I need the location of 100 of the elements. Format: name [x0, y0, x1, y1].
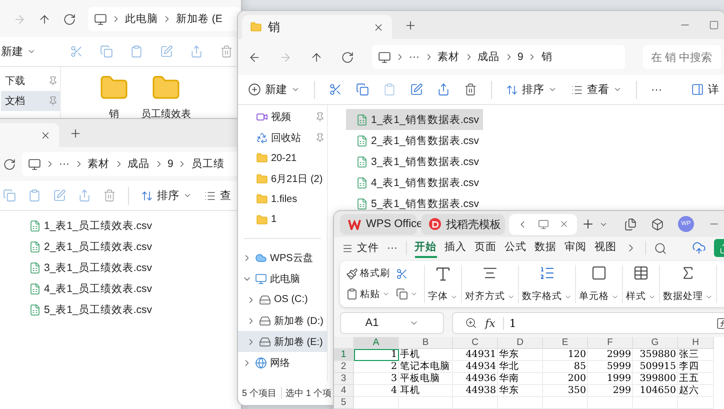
breadcrumb[interactable]: 素材 — [88, 157, 110, 171]
ribbon-tab[interactable]: 数据 — [534, 238, 556, 258]
breadcrumb[interactable]: 素材 — [438, 50, 460, 64]
sidebar-item[interactable]: 回收站 — [238, 128, 327, 148]
sidebar-item[interactable]: 6月21日 (2) — [238, 168, 327, 189]
refresh-icon[interactable] — [3, 158, 16, 170]
new-tab-icon[interactable] — [69, 126, 82, 140]
cloud-upload-icon[interactable] — [692, 241, 706, 255]
breadcrumb[interactable]: ··· — [59, 158, 70, 170]
ribbon-tab[interactable]: 审阅 — [564, 238, 586, 258]
name-box[interactable]: A1 — [340, 312, 444, 334]
row-header[interactable]: 2 — [334, 361, 354, 373]
ribbon-button[interactable]: 数字格式 — [522, 290, 572, 303]
delete-icon[interactable] — [464, 83, 477, 96]
ribbon-tab[interactable]: 视图 — [594, 238, 616, 258]
windows-icon[interactable] — [624, 218, 637, 230]
breadcrumb[interactable]: 员工绩 — [191, 157, 224, 171]
view-button[interactable]: 查 — [204, 188, 231, 203]
sidebar-item[interactable]: 下载 — [1, 71, 60, 91]
file-item[interactable]: 4_表1_员工绩效表.csv — [19, 278, 156, 299]
ribbon-button[interactable]: 字体 — [428, 290, 458, 303]
file-item[interactable]: 3_表1_销售数据表.csv — [346, 151, 484, 172]
file-item[interactable]: 1_表1_员工绩效表.csv — [19, 215, 156, 236]
file-item[interactable]: 1_表1_销售数据表.csv — [346, 109, 484, 130]
maximize-icon[interactable] — [709, 20, 719, 30]
breadcrumb[interactable]: 9 — [168, 158, 174, 170]
new-button[interactable]: 新建 — [248, 82, 300, 97]
format-painter-button[interactable]: 格式刷 — [346, 267, 390, 280]
column-header[interactable]: G — [633, 337, 678, 349]
file-item[interactable]: 4_表1_销售数据表.csv — [346, 172, 484, 193]
ribbon-tab[interactable]: 页面 — [474, 238, 496, 258]
file-item[interactable]: 3_表1_员工绩效表.csv — [19, 257, 156, 278]
formula-bar[interactable]: fx 1 — [452, 312, 724, 334]
app-tab[interactable]: 找稻壳模板 — [421, 214, 505, 234]
sort-button[interactable]: 排序 — [506, 82, 557, 97]
row-header[interactable]: 1 — [334, 349, 354, 361]
breadcrumb[interactable]: 9 — [518, 51, 524, 63]
more-button[interactable]: ··· — [651, 84, 662, 96]
file-item[interactable]: 2_表1_销售数据表.csv — [346, 130, 484, 151]
explorer-tab[interactable]: 销 — [242, 15, 392, 39]
row-header[interactable]: 3 — [334, 373, 354, 385]
search-icon[interactable] — [654, 242, 666, 254]
paste-button[interactable]: 粘贴 — [346, 288, 390, 301]
refresh-icon[interactable] — [63, 12, 76, 26]
nav-tree-item[interactable]: 网络 — [238, 352, 327, 373]
ribbon-button[interactable]: 数据处理 — [663, 290, 713, 303]
close-icon[interactable] — [40, 130, 51, 140]
column-header[interactable]: E — [543, 337, 588, 349]
address-bar[interactable]: 此电脑 新加卷 (E — [88, 7, 241, 31]
more-button[interactable]: ··· — [387, 242, 398, 254]
sidebar-item[interactable]: 文档 — [1, 91, 60, 111]
nav-tree-item[interactable]: WPS云盘 — [238, 247, 327, 268]
nav-tree-item[interactable]: 此电脑 — [238, 268, 327, 289]
column-header[interactable]: H — [678, 337, 714, 349]
sort-button[interactable]: 排序 — [141, 188, 192, 203]
column-header[interactable]: D — [498, 337, 543, 349]
file-menu[interactable]: 文件 — [342, 241, 379, 255]
search-field[interactable]: 在 销 中搜索 — [643, 45, 721, 69]
nav-tree-item[interactable]: 新加卷 (D:) — [238, 310, 327, 331]
cut-icon[interactable] — [396, 268, 408, 280]
file-item[interactable]: 2_表1_员工绩效表.csv — [19, 236, 156, 257]
copy-icon[interactable] — [356, 83, 369, 96]
sidebar-item[interactable]: 视频 — [238, 107, 327, 128]
box-icon[interactable] — [651, 218, 664, 230]
up-icon[interactable] — [310, 50, 323, 64]
close-icon[interactable] — [559, 219, 569, 229]
ribbon-tab[interactable]: 插入 — [444, 238, 466, 258]
ribbon-button[interactable]: 样式 — [626, 290, 656, 303]
column-header[interactable]: C — [453, 337, 498, 349]
new-tab-icon[interactable] — [404, 18, 417, 32]
cut-icon[interactable] — [329, 83, 342, 96]
row-header[interactable]: 5 — [334, 397, 354, 409]
sidebar-item[interactable]: 20-21 — [238, 148, 327, 168]
sidebar-item[interactable]: 1 — [238, 210, 327, 230]
ribbon-button[interactable]: 单元格 — [579, 290, 619, 303]
breadcrumb[interactable]: ··· — [409, 51, 420, 63]
details-button[interactable]: 详 — [691, 82, 719, 97]
folder-name[interactable]: 员工绩效表 — [141, 107, 191, 121]
breadcrumb[interactable]: 此电脑 — [125, 12, 158, 26]
back-icon[interactable] — [248, 50, 261, 64]
breadcrumb[interactable]: 成品 — [478, 50, 500, 64]
ribbon-tab[interactable]: 公式 — [504, 238, 526, 258]
copy-button[interactable] — [396, 288, 418, 300]
file-item[interactable]: 5_表1_销售数据表.csv — [346, 193, 484, 214]
row-header[interactable]: 4 — [334, 385, 354, 397]
address-bar[interactable]: ··· 素材 成品 9 销 — [372, 45, 625, 69]
share-icon[interactable] — [437, 83, 450, 96]
nav-tree-item[interactable]: 新加卷 (E:) — [238, 331, 327, 352]
breadcrumb[interactable]: 销 — [541, 50, 552, 64]
breadcrumb[interactable]: 成品 — [128, 157, 150, 171]
breadcrumb[interactable]: 新加卷 (E — [176, 12, 222, 26]
view-button[interactable]: 查看 — [571, 82, 622, 97]
nav-tree-item[interactable]: OS (C:) — [238, 289, 327, 310]
refresh-icon[interactable] — [341, 50, 354, 64]
new-button[interactable]: 新建 — [1, 44, 36, 59]
sidebar-item[interactable]: 1.files — [238, 189, 327, 210]
new-tab-icon[interactable] — [581, 217, 595, 231]
close-icon[interactable] — [373, 22, 384, 32]
rename-icon[interactable] — [410, 83, 423, 96]
column-header[interactable]: A — [354, 337, 399, 349]
